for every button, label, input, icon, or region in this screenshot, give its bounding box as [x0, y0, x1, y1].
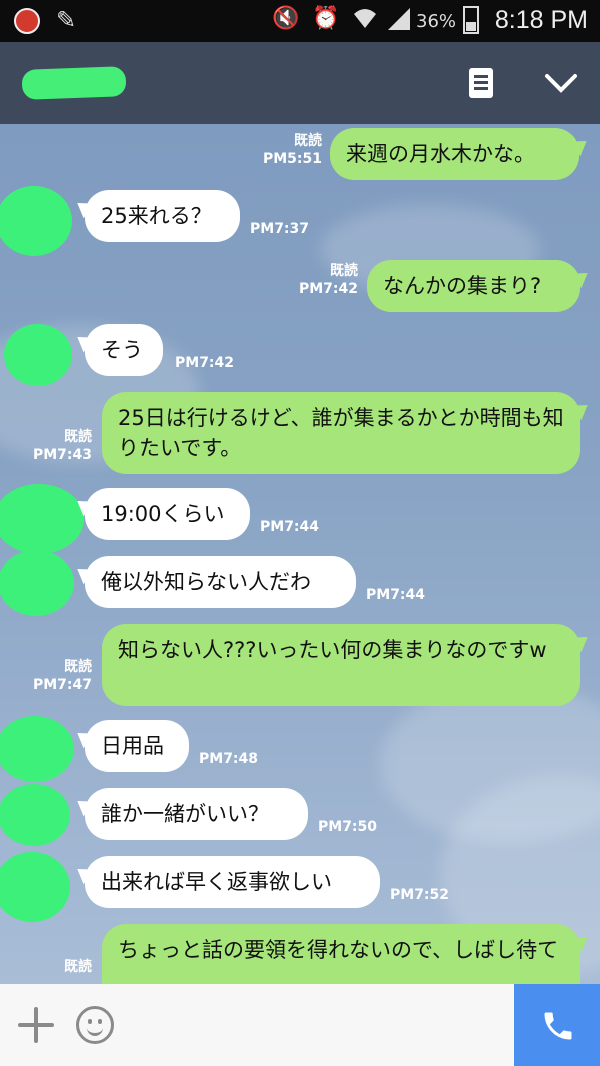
- contact-name[interactable]: [21, 66, 127, 100]
- message-bubble-outgoing[interactable]: 知らない人???いったい何の集まりなのですw: [102, 624, 580, 706]
- message-text: なんかの集まり?: [383, 274, 542, 298]
- message-bubble-incoming[interactable]: そう: [85, 324, 163, 376]
- message-text: そう: [101, 338, 143, 362]
- message-bubble-outgoing[interactable]: 25日は行けるけど、誰が集まるかとか時間も知りたいです。: [102, 392, 580, 474]
- message-bubble-outgoing[interactable]: 来週の月水木かな。: [330, 128, 579, 180]
- message-bubble-outgoing[interactable]: なんかの集まり?: [367, 260, 580, 312]
- message-time: PM7:42: [175, 355, 235, 371]
- read-receipt: 既読: [64, 659, 92, 675]
- message-bubble-incoming[interactable]: 19:00くらい: [85, 488, 250, 540]
- avatar[interactable]: [0, 186, 72, 256]
- avatar[interactable]: [4, 324, 72, 386]
- message-text: ちょっと話の要領を得れないので、しばし待て: [118, 938, 559, 962]
- mute-icon: 🔇: [272, 6, 300, 31]
- message-bubble-incoming[interactable]: 俺以外知らない人だわ: [85, 556, 356, 608]
- message-text: 来週の月水木かな。: [346, 142, 535, 166]
- read-receipt: 既読: [294, 133, 322, 149]
- alarm-icon: ⏰: [312, 6, 340, 31]
- wifi-icon: [352, 6, 378, 36]
- pen-icon: ✎: [56, 6, 77, 34]
- notes-icon[interactable]: [469, 68, 493, 98]
- battery-percent: 36%: [416, 11, 457, 32]
- message-time: PM5:51: [262, 151, 322, 167]
- status-bar: ✎ 🔇 ⏰ 36% 8:18 PM: [0, 0, 600, 42]
- message-time: PM7:50: [318, 819, 378, 835]
- avatar[interactable]: [0, 550, 74, 616]
- message-text: 知らない人???いったい何の集まりなのですw: [118, 638, 547, 662]
- message-time: PM7:48: [199, 751, 259, 767]
- chevron-down-icon[interactable]: [544, 68, 578, 98]
- avatar[interactable]: [0, 784, 70, 846]
- signal-icon: [386, 6, 412, 38]
- message-input-bar[interactable]: [0, 984, 600, 1066]
- message-bubble-incoming[interactable]: 25来れる？: [85, 190, 240, 242]
- battery-icon: [463, 6, 479, 34]
- message-text: 25来れる？: [101, 204, 212, 228]
- message-text: 出来れば早く返事欲しい: [101, 870, 332, 894]
- message-text: 誰か一緒がいい？: [101, 802, 269, 826]
- message-time: PM7:52: [390, 887, 450, 903]
- app-notification-icon: [14, 8, 40, 34]
- read-receipt: 既読: [330, 263, 358, 279]
- message-time: PM7:37: [250, 221, 310, 237]
- message-bubble-incoming[interactable]: 日用品: [85, 720, 189, 772]
- message-text: 俺以外知らない人だわ: [101, 570, 311, 594]
- message-bubble-incoming[interactable]: 出来れば早く返事欲しい: [85, 856, 380, 908]
- call-button[interactable]: [514, 984, 600, 1066]
- message-time: PM7:47: [32, 677, 92, 693]
- message-bubble-incoming[interactable]: 誰か一緒がいい？: [85, 788, 308, 840]
- read-receipt: 既読: [64, 959, 92, 975]
- message-time: PM7:42: [298, 281, 358, 297]
- message-text: 25日は行けるけど、誰が集まるかとか時間も知りたいです。: [118, 406, 564, 460]
- read-receipt: 既読: [64, 429, 92, 445]
- chat-area[interactable]: 既読 PM5:51 来週の月水木かな。 25来れる？ PM7:37 既読 PM7…: [0, 124, 600, 984]
- avatar[interactable]: [0, 484, 84, 554]
- smiley-icon[interactable]: [76, 1006, 114, 1044]
- avatar[interactable]: [0, 852, 70, 922]
- message-time: PM7:44: [366, 587, 426, 603]
- message-time: PM7:44: [260, 519, 320, 535]
- clock: 8:18 PM: [494, 6, 588, 34]
- message-bubble-outgoing[interactable]: ちょっと話の要領を得れないので、しばし待て: [102, 924, 580, 984]
- message-text: 日用品: [101, 734, 164, 758]
- message-time: PM7:43: [32, 447, 92, 463]
- phone-icon: [544, 1012, 572, 1040]
- plus-icon[interactable]: [16, 1005, 56, 1045]
- message-text: 19:00くらい: [101, 502, 225, 526]
- avatar[interactable]: [0, 716, 74, 782]
